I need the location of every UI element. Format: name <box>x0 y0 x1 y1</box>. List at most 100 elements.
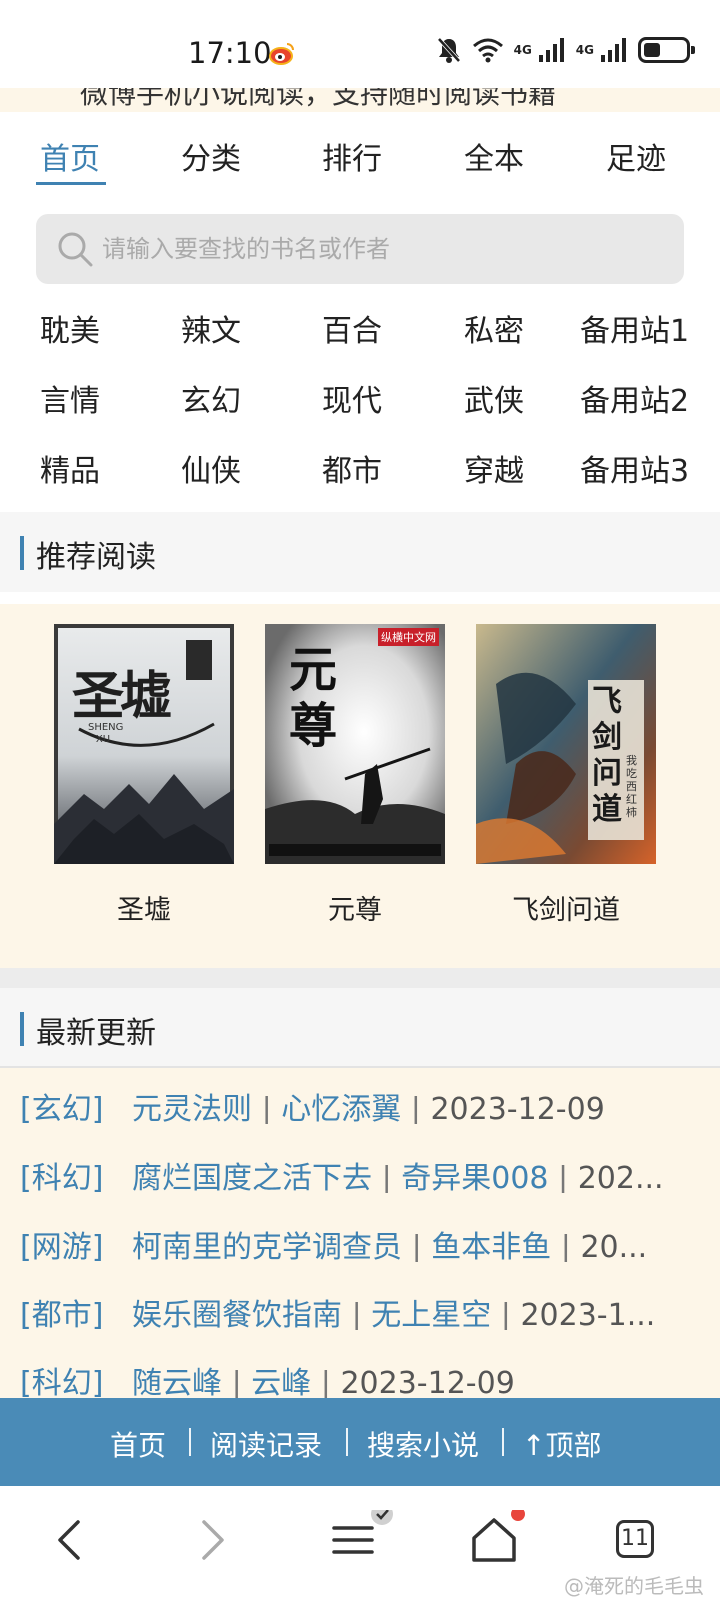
search-box[interactable] <box>36 214 684 284</box>
latest-header: 最新更新 <box>0 988 720 1068</box>
list-separator: | <box>560 1230 581 1262</box>
book-card[interactable]: 纵横中文网 元尊 元尊 <box>265 624 445 927</box>
bottom-nav-history[interactable]: 阅读记录 <box>210 1424 322 1464</box>
list-item-author[interactable]: 奇异果008 <box>401 1161 548 1193</box>
cover-badge: 纵横中文网 <box>378 628 439 646</box>
list-separator: | <box>500 1298 521 1330</box>
bottom-nav-separator <box>346 1428 348 1456</box>
watermark-text: @淹死的毛毛虫 <box>564 1574 704 1598</box>
tab-home[interactable]: 首页 <box>40 134 100 178</box>
category-item[interactable]: 现代 <box>322 376 382 420</box>
forward-icon[interactable] <box>182 1510 242 1570</box>
recommend-title: 推荐阅读 <box>36 540 156 575</box>
book-cover[interactable]: 飞剑问道 我吃西红柿 <box>476 624 656 864</box>
home-icon[interactable] <box>466 1510 536 1570</box>
list-item-author[interactable]: 无上星空 <box>371 1298 491 1330</box>
list-item-category[interactable]: [都市] <box>20 1298 103 1330</box>
book-cover-title: 圣墟 <box>72 666 172 727</box>
signal-icon-2 <box>601 38 626 62</box>
category-item[interactable]: 百合 <box>322 306 382 350</box>
menu-icon[interactable] <box>324 1510 404 1570</box>
book-cover-title: 元尊 <box>289 642 338 754</box>
category-item[interactable]: 备用站3 <box>580 446 689 490</box>
book-cover-title: 飞剑问道 <box>592 684 622 827</box>
tab-ranking[interactable]: 排行 <box>322 134 382 178</box>
list-item-date: 202... <box>577 1161 664 1193</box>
weibo-icon <box>269 43 294 65</box>
list-item-date: 20... <box>580 1230 648 1262</box>
status-time: 17:10 <box>188 36 272 70</box>
category-item[interactable]: 私密 <box>464 306 524 350</box>
book-title[interactable]: 圣墟 <box>54 888 234 927</box>
book-title[interactable]: 飞剑问道 <box>476 888 656 927</box>
status-right: 4G 4G <box>436 36 695 64</box>
list-item-author[interactable]: 鱼本非鱼 <box>431 1230 551 1262</box>
nav-tabs: 首页 分类 排行 全本 足迹 <box>0 120 720 190</box>
wifi-icon <box>472 38 503 63</box>
active-tab-indicator <box>36 182 106 185</box>
book-title[interactable]: 元尊 <box>265 888 445 927</box>
tab-complete[interactable]: 全本 <box>464 134 524 178</box>
list-item-date: 2023-1... <box>520 1298 656 1330</box>
list-item: [科幻] 随云峰 | 云峰 | 2023-12-09 <box>20 1358 700 1398</box>
latest-list: [玄幻] 元灵法则 | 心忆添翼 | 2023-12-09 [科幻] 腐烂国度之… <box>0 1068 720 1400</box>
category-item[interactable]: 武侠 <box>464 376 524 420</box>
list-item-category[interactable]: [玄幻] <box>20 1092 103 1124</box>
tabs-count: 11 <box>616 1520 654 1558</box>
status-bar: 17:10 4G 4G <box>0 0 720 90</box>
list-item-book[interactable]: 随云峰 <box>132 1366 222 1398</box>
top-banner: 微博手机小说阅读，支持随时阅读书籍 <box>0 88 720 112</box>
category-item[interactable]: 仙侠 <box>181 446 241 490</box>
book-card[interactable]: 圣墟 SHENG XU 圣墟 <box>54 624 234 927</box>
list-separator: | <box>558 1161 578 1193</box>
latest-title: 最新更新 <box>36 1016 156 1051</box>
book-cover[interactable]: 纵横中文网 元尊 <box>265 624 445 864</box>
list-item-author[interactable]: 云峰 <box>251 1366 311 1398</box>
list-separator: | <box>231 1366 252 1398</box>
category-item[interactable]: 玄幻 <box>181 376 241 420</box>
search-icon[interactable] <box>56 230 94 268</box>
recommend-header: 推荐阅读 <box>0 512 720 592</box>
list-item-book[interactable]: 腐烂国度之活下去 <box>132 1161 372 1193</box>
tab-history[interactable]: 足迹 <box>606 134 666 178</box>
bottom-nav-top[interactable]: ↑顶部 <box>522 1424 601 1464</box>
book-cover-subtitle: SHENG XU <box>88 722 124 745</box>
list-item-category[interactable]: [科幻] <box>20 1161 103 1193</box>
battery-icon <box>638 37 695 63</box>
list-item-category[interactable]: [科幻] <box>20 1366 103 1398</box>
list-separator: | <box>320 1366 341 1398</box>
bottom-nav-search[interactable]: 搜索小说 <box>367 1424 479 1464</box>
signal2-label: 4G <box>575 43 594 57</box>
book-cover-image <box>476 624 656 864</box>
category-item[interactable]: 耽美 <box>40 306 100 350</box>
list-item-category[interactable]: [网游] <box>20 1230 103 1262</box>
bottom-site-nav: 首页 阅读记录 搜索小说 ↑顶部 <box>0 1398 720 1486</box>
section-gap <box>0 968 720 988</box>
book-card[interactable]: 飞剑问道 我吃西红柿 飞剑问道 <box>476 624 656 927</box>
bottom-nav-home[interactable]: 首页 <box>110 1424 166 1464</box>
category-item[interactable]: 备用站1 <box>580 306 689 350</box>
search-input[interactable] <box>102 214 662 284</box>
back-icon[interactable] <box>40 1510 100 1570</box>
tab-category[interactable]: 分类 <box>181 134 241 178</box>
tabs-button[interactable]: 11 <box>608 1510 668 1570</box>
category-item[interactable]: 精品 <box>40 446 100 490</box>
list-separator: | <box>381 1161 402 1193</box>
list-item-book[interactable]: 柯南里的克学调查员 <box>132 1230 402 1262</box>
category-item[interactable]: 辣文 <box>181 306 241 350</box>
list-item-author[interactable]: 心忆添翼 <box>281 1092 401 1124</box>
category-item[interactable]: 穿越 <box>464 446 524 490</box>
list-item-date: 2023-12-09 <box>430 1092 605 1124</box>
list-separator: | <box>411 1230 432 1262</box>
signal-icon <box>538 38 564 62</box>
category-item[interactable]: 备用站2 <box>580 376 689 420</box>
category-item[interactable]: 都市 <box>322 446 382 490</box>
category-item[interactable]: 言情 <box>40 376 100 420</box>
list-item-book[interactable]: 元灵法则 <box>132 1092 252 1124</box>
section-accent-bar <box>20 536 24 570</box>
list-item-book[interactable]: 娱乐圈餐饮指南 <box>132 1298 342 1330</box>
category-grid: 耽美 辣文 百合 私密 备用站1 言情 玄幻 现代 武侠 备用站2 精品 仙侠 … <box>0 296 720 512</box>
book-cover[interactable]: 圣墟 SHENG XU <box>54 624 234 864</box>
page-root: 17:10 4G 4G 微博手机小说阅读，支持随时阅读书籍 首页 分类 排行 全… <box>0 0 720 1600</box>
bottom-nav-separator <box>502 1428 504 1456</box>
